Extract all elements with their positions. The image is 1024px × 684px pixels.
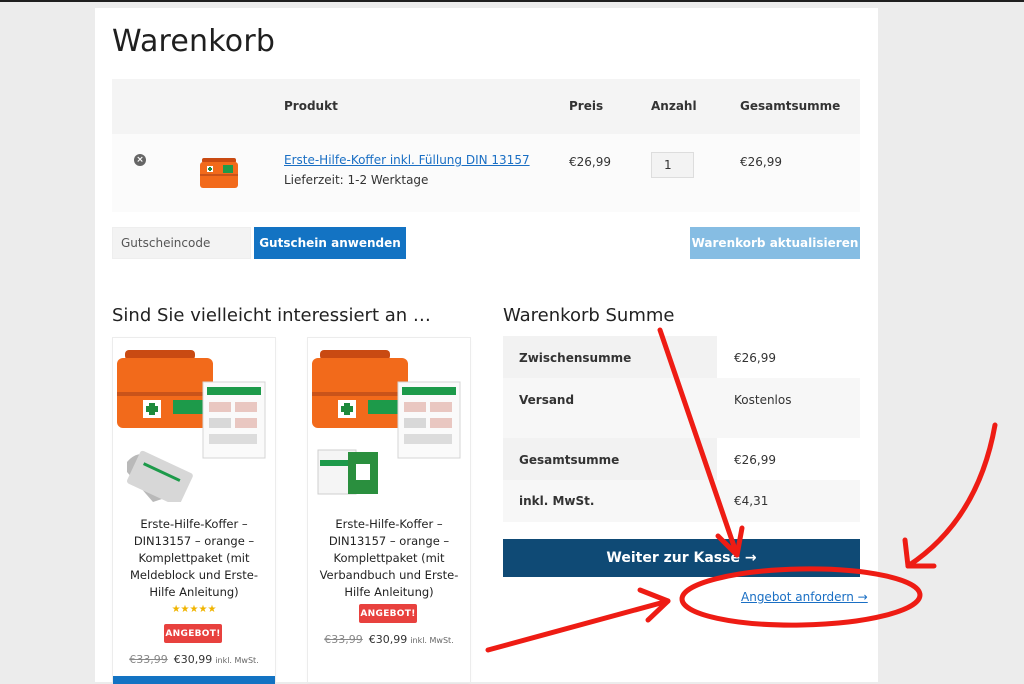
column-header-total: Gesamtsumme <box>740 99 841 113</box>
old-price: €33,99 <box>129 653 168 666</box>
column-header-price: Preis <box>569 99 604 113</box>
cart-totals-heading: Warenkorb Summe <box>503 305 675 326</box>
totals-label: Gesamtsumme <box>519 453 620 467</box>
totals-row-total: Gesamtsumme €26,99 <box>503 438 860 480</box>
cart-item-delivery-time: Lieferzeit: 1-2 Werktage <box>284 173 429 187</box>
first-aid-kit-thumbnail[interactable] <box>198 153 240 191</box>
column-header-product: Produkt <box>284 99 338 113</box>
old-price: €33,99 <box>324 633 363 646</box>
totals-label: Zwischensumme <box>519 351 632 365</box>
update-cart-button[interactable]: Warenkorb aktualisieren <box>690 227 860 259</box>
totals-value: €26,99 <box>734 351 776 365</box>
first-aid-kit-product-image[interactable] <box>308 342 470 502</box>
product-price: €33,99 €30,99 inkl. MwSt. <box>113 653 275 666</box>
cross-sell-product-title[interactable]: Erste-Hilfe-Koffer – DIN13157 – orange –… <box>119 516 269 601</box>
cross-sell-product-card[interactable]: Erste-Hilfe-Koffer – DIN13157 – orange –… <box>308 338 470 682</box>
remove-item-icon[interactable]: × <box>134 154 146 166</box>
request-quote-link[interactable]: Angebot anfordern → <box>741 590 868 604</box>
cart-item-quantity-input[interactable] <box>651 152 694 178</box>
totals-value: €26,99 <box>734 453 776 467</box>
annotation-arrow <box>905 422 998 569</box>
sale-badge: ANGEBOT! <box>359 604 417 623</box>
sale-price: €30,99 <box>173 653 213 666</box>
product-price: €33,99 €30,99 inkl. MwSt. <box>308 633 470 646</box>
sale-badge: ANGEBOT! <box>164 624 222 643</box>
column-header-quantity: Anzahl <box>651 99 697 113</box>
sale-price: €30,99 <box>368 633 408 646</box>
tax-note: inkl. MwSt. <box>215 656 259 665</box>
coupon-code-input[interactable] <box>112 227 251 259</box>
cart-item-price: €26,99 <box>569 155 611 169</box>
apply-coupon-button[interactable]: Gutschein anwenden <box>254 227 406 259</box>
cross-sell-product-title[interactable]: Erste-Hilfe-Koffer – DIN13157 – orange –… <box>314 516 464 601</box>
totals-row-shipping: Versand Kostenlos <box>503 378 860 438</box>
annotation-arrow-head <box>902 537 937 569</box>
cart-item-product-link[interactable]: Erste-Hilfe-Koffer inkl. Füllung DIN 131… <box>284 153 530 167</box>
totals-row-vat: inkl. MwSt. €4,31 <box>503 480 860 522</box>
totals-value: €4,31 <box>734 494 769 508</box>
rating-stars-icon: ★★★★★ <box>171 604 217 615</box>
totals-row-subtotal: Zwischensumme €26,99 <box>503 336 860 378</box>
first-aid-kit-product-image[interactable] <box>113 342 275 502</box>
page-title: Warenkorb <box>112 24 276 59</box>
window-top-edge <box>0 0 1024 2</box>
tax-note: inkl. MwSt. <box>410 636 454 645</box>
cart-item-total: €26,99 <box>740 155 782 169</box>
totals-label: Versand <box>519 393 575 407</box>
totals-value: Kostenlos <box>734 393 792 407</box>
cross-sells-heading: Sind Sie vielleicht interessiert an … <box>112 305 431 326</box>
proceed-to-checkout-button[interactable]: Weiter zur Kasse → <box>503 539 860 577</box>
totals-label: inkl. MwSt. <box>519 494 595 508</box>
add-to-cart-button[interactable] <box>113 676 275 684</box>
cross-sell-product-card[interactable]: Erste-Hilfe-Koffer – DIN13157 – orange –… <box>113 338 275 682</box>
